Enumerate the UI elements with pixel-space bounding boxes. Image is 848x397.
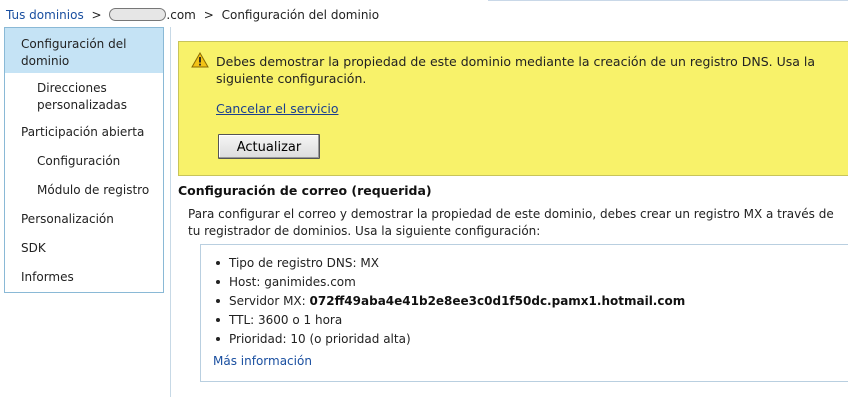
sidebar-item-sdk[interactable]: SDK — [5, 233, 163, 262]
config-value: 3600 o 1 hora — [258, 313, 343, 327]
config-label: Servidor MX: — [229, 294, 306, 308]
sidebar-item-label: Módulo de registro — [37, 183, 150, 197]
breadcrumb-domain-suffix: .com — [166, 8, 196, 22]
breadcrumb: Tus dominios > .com > Configuración del … — [6, 6, 379, 24]
breadcrumb-separator: > — [203, 8, 214, 22]
alert-message: Debes demostrar la propiedad de este dom… — [216, 54, 816, 86]
config-label: Host: — [229, 275, 261, 289]
sidebar-item-label: Configuración — [37, 154, 121, 168]
mx-config-box: Tipo de registro DNS: MX Host: ganimides… — [200, 244, 848, 382]
sidebar-item-label: Personalización — [21, 212, 114, 226]
sidebar-item-label: Informes — [21, 270, 74, 284]
sidebar-item-configuration[interactable]: Configuración — [5, 146, 163, 175]
sidebar-item-reports[interactable]: Informes — [5, 262, 163, 291]
breadcrumb-separator: > — [91, 8, 102, 22]
sidebar-item-label: Configuración del dominio — [21, 37, 127, 68]
more-info-link[interactable]: Más información — [213, 354, 312, 368]
sidebar-item-customization[interactable]: Personalización — [5, 204, 163, 233]
content-divider — [170, 27, 171, 397]
mx-config-list: Tipo de registro DNS: MX Host: ganimides… — [215, 254, 685, 349]
sidebar-nav: Configuración del dominio Direcciones pe… — [4, 27, 164, 293]
list-item: Host: ganimides.com — [215, 273, 685, 292]
sidebar-item-open-membership[interactable]: Participación abierta — [5, 117, 163, 146]
config-value: 10 (o prioridad alta) — [290, 332, 411, 346]
cancel-service-link[interactable]: Cancelar el servicio — [216, 101, 338, 116]
list-item: Tipo de registro DNS: MX — [215, 254, 685, 273]
breadcrumb-current: Configuración del dominio — [221, 8, 380, 22]
sidebar-item-domain-settings[interactable]: Configuración del dominio — [5, 28, 163, 73]
list-item: TTL: 3600 o 1 hora — [215, 311, 685, 330]
config-label: TTL: — [229, 313, 255, 327]
sidebar-item-label: SDK — [21, 241, 46, 255]
sidebar-item-label: Direcciones personalizadas — [37, 81, 128, 112]
config-label: Prioridad: — [229, 332, 287, 346]
ownership-alert: Debes demostrar la propiedad de este dom… — [178, 41, 848, 176]
domain-settings-page: Tus dominios > .com > Configuración del … — [0, 0, 848, 397]
update-button[interactable]: Actualizar — [218, 134, 320, 159]
list-item: Servidor MX: 072ff49aba4e41b2e8ee3c0d1f5… — [215, 292, 685, 311]
config-value: ganimides.com — [264, 275, 356, 289]
breadcrumb-domains-link[interactable]: Tus dominios — [6, 8, 84, 22]
mail-config-description: Para configurar el correo y demostrar la… — [188, 207, 834, 238]
config-label: Tipo de registro DNS: — [229, 256, 357, 270]
top-divider — [488, 0, 848, 1]
sidebar-item-registration-module[interactable]: Módulo de registro — [5, 175, 163, 204]
sidebar-item-custom-addresses[interactable]: Direcciones personalizadas — [5, 73, 163, 117]
list-item: Prioridad: 10 (o prioridad alta) — [215, 330, 685, 349]
mail-config-title: Configuración de correo (requerida) — [178, 183, 432, 198]
sidebar-item-label: Participación abierta — [21, 125, 145, 139]
mx-server-value: 072ff49aba4e41b2e8ee3c0d1f50dc.pamx1.hot… — [309, 294, 686, 308]
warning-icon — [191, 52, 209, 68]
redacted-domain-name — [109, 8, 167, 21]
config-value: MX — [360, 256, 379, 270]
